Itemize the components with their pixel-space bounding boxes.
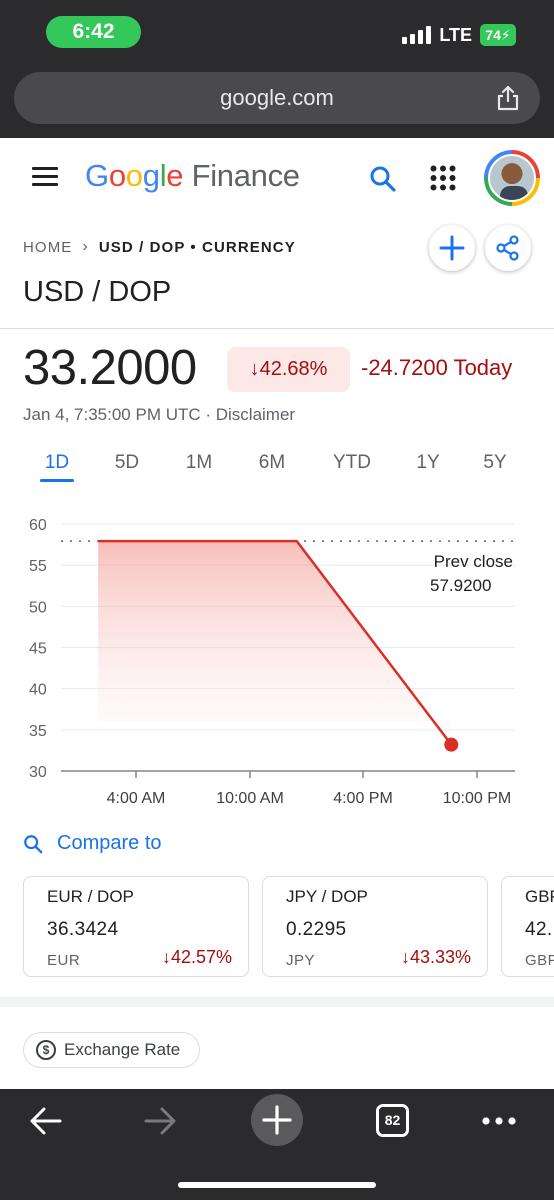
menu-icon[interactable]: [32, 167, 58, 187]
breadcrumb: HOME › USD / DOP • CURRENCY: [23, 238, 296, 256]
compare-to-button[interactable]: Compare to: [23, 832, 162, 855]
google-finance-logo[interactable]: Google Finance: [85, 158, 300, 194]
share-quote-button[interactable]: [485, 225, 531, 271]
battery-icon: 74⚡: [480, 24, 516, 46]
disclaimer-link[interactable]: Disclaimer: [216, 405, 295, 424]
compare-card[interactable]: JPY / DOP 0.2295 JPY ↓43.33%: [262, 876, 488, 977]
avatar-photo: [488, 154, 536, 202]
card-value: 36.3424: [47, 919, 119, 940]
x-tick-label: 10:00 AM: [216, 790, 284, 807]
share-nodes-icon: [496, 235, 519, 261]
browser-bottom-toolbar: 82: [0, 1089, 554, 1200]
y-tick-label: 35: [29, 723, 47, 740]
compare-label: Compare to: [57, 832, 162, 854]
price-timestamp: Jan 4, 7:35:00 PM UTC: [23, 405, 201, 424]
series-area: [98, 541, 452, 745]
x-tick-label: 4:00 AM: [107, 790, 166, 807]
card-value: 0.2295: [286, 919, 347, 940]
finance-header: Google Finance: [0, 138, 554, 222]
arrow-down-icon: ↓: [249, 358, 260, 380]
compare-card-partial[interactable]: GBP 42.1 GBP: [501, 876, 554, 977]
back-arrow-icon[interactable]: [28, 1105, 64, 1137]
home-indicator: [178, 1182, 376, 1188]
compare-card[interactable]: EUR / DOP 36.3424 EUR ↓42.57%: [23, 876, 249, 977]
y-tick-label: 60: [29, 517, 47, 534]
card-currency: GBP: [525, 952, 554, 969]
tab-ytd[interactable]: YTD: [333, 452, 371, 474]
card-pair: EUR / DOP: [47, 887, 134, 906]
price-meta: Jan 4, 7:35:00 PM UTC · Disclaimer: [23, 405, 296, 424]
breadcrumb-home[interactable]: HOME: [23, 239, 72, 256]
url-text[interactable]: google.com: [14, 72, 540, 124]
price-chart[interactable]: 60 55 50 45 40 35 30 4:00 AM 10:00 AM 4:00 PM 10:0…: [0, 505, 554, 815]
tab-1d[interactable]: 1D: [45, 452, 69, 474]
change-today: -24.7200 Today: [361, 355, 513, 380]
y-tick-label: 45: [29, 641, 47, 658]
signal-icon: [402, 26, 432, 44]
tab-5y[interactable]: 5Y: [483, 452, 506, 474]
search-icon: [24, 834, 43, 853]
tab-5d[interactable]: 5D: [115, 452, 139, 474]
forward-arrow-icon[interactable]: [142, 1105, 178, 1137]
y-tick-label: 40: [29, 682, 47, 699]
y-tick-label: 50: [29, 599, 47, 616]
current-price-point: [444, 737, 459, 752]
card-change: ↓43.33%: [401, 947, 471, 968]
card-currency: EUR: [47, 952, 81, 969]
x-tick-label: 4:00 PM: [333, 790, 393, 807]
tab-6m[interactable]: 6M: [259, 452, 285, 474]
exchange-rate-chip[interactable]: $ Exchange Rate: [23, 1032, 200, 1068]
card-pair: GBP: [525, 887, 554, 906]
battery-level: 74: [485, 27, 501, 43]
prev-close-value: 57.9200: [430, 576, 491, 595]
chip-label: Exchange Rate: [64, 1040, 181, 1059]
section-divider: [0, 997, 554, 1007]
apps-grid-icon[interactable]: [430, 165, 456, 191]
plus-icon: [262, 1105, 292, 1135]
y-tick-label: 30: [29, 764, 47, 781]
active-tab-indicator: [40, 479, 74, 482]
search-icon[interactable]: [368, 164, 398, 194]
range-tabs: 1D 5D 1M 6M YTD 1Y 5Y: [0, 452, 554, 488]
share-icon[interactable]: [494, 84, 522, 112]
card-change-value: 42.57%: [170, 947, 232, 967]
tab-1m[interactable]: 1M: [186, 452, 212, 474]
change-percent: 42.68%: [259, 358, 328, 380]
dollar-icon: $: [36, 1040, 56, 1060]
prev-close-label: Prev close: [434, 552, 513, 571]
card-currency: JPY: [286, 952, 316, 969]
breadcrumb-current: USD / DOP • CURRENCY: [98, 238, 296, 256]
avatar[interactable]: [484, 150, 540, 206]
new-tab-button[interactable]: [251, 1094, 303, 1146]
status-indicators: LTE 74⚡: [402, 22, 516, 48]
divider: [0, 328, 554, 329]
x-tick-label: 10:00 PM: [443, 790, 511, 807]
chevron-right-icon: ›: [82, 238, 89, 255]
y-tick-label: 55: [29, 558, 47, 575]
card-value: 42.1: [525, 919, 554, 940]
current-price: 33.2000: [23, 341, 197, 395]
arrow-down-icon: ↓: [161, 947, 171, 967]
change-percent-badge: ↓42.68%: [227, 347, 350, 392]
status-time: 6:42: [46, 16, 141, 48]
arrow-down-icon: ↓: [400, 947, 410, 967]
page-title: USD / DOP: [23, 276, 172, 308]
tab-switcher-button[interactable]: 82: [376, 1104, 409, 1137]
network-label: LTE: [439, 24, 472, 45]
plus-icon: [439, 235, 465, 261]
address-bar[interactable]: google.com: [14, 72, 540, 124]
logo-finance-text: Finance: [191, 158, 300, 193]
add-to-watchlist-button[interactable]: [429, 225, 475, 271]
card-change: ↓42.57%: [162, 947, 232, 968]
tab-1y[interactable]: 1Y: [416, 452, 439, 474]
card-pair: JPY / DOP: [286, 887, 368, 906]
more-menu-icon[interactable]: [481, 1116, 517, 1126]
card-change-value: 43.33%: [409, 947, 471, 967]
browser-top-chrome: 6:42 LTE 74⚡ google.com: [0, 0, 554, 138]
